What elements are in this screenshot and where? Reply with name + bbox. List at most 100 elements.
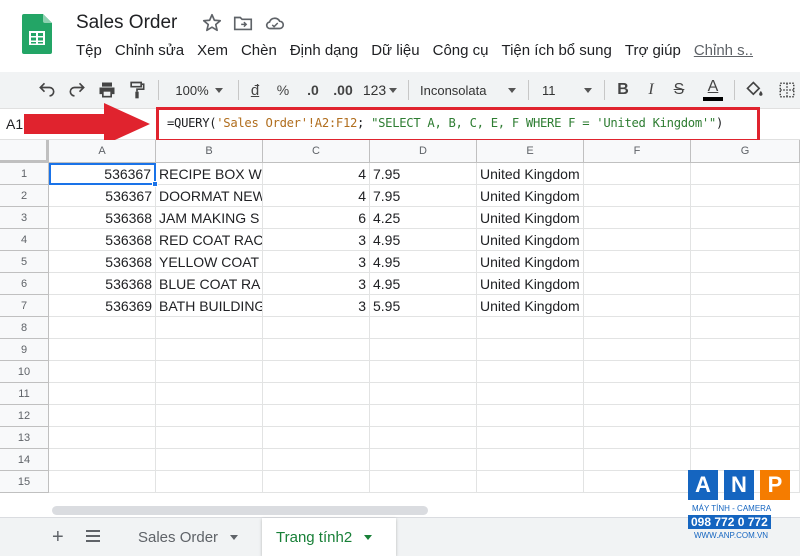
row-header[interactable]: 15: [0, 471, 49, 493]
grid-cell[interactable]: [49, 383, 156, 405]
row-header[interactable]: 11: [0, 383, 49, 405]
column-header[interactable]: C: [263, 140, 370, 163]
grid-cell[interactable]: 4: [263, 185, 370, 207]
name-box[interactable]: A1: [6, 116, 23, 132]
column-header[interactable]: D: [370, 140, 477, 163]
row-header[interactable]: 7: [0, 295, 49, 317]
grid-cell[interactable]: DOORMAT NEW: [156, 185, 263, 207]
grid-cell[interactable]: [370, 317, 477, 339]
menu-data[interactable]: Dữ liệu: [371, 42, 419, 59]
grid-cell[interactable]: [49, 405, 156, 427]
sheet-tab-trang-tinh2[interactable]: Trang tính2: [262, 518, 396, 556]
row-header[interactable]: 6: [0, 273, 49, 295]
grid-cell[interactable]: [691, 361, 800, 383]
all-sheets-menu-icon[interactable]: [86, 530, 100, 542]
menu-file[interactable]: Tệp: [76, 42, 102, 59]
grid-cell[interactable]: United Kingdom: [477, 273, 584, 295]
add-sheet-button[interactable]: +: [52, 527, 64, 547]
grid-cell[interactable]: 5.95: [370, 295, 477, 317]
grid-cell[interactable]: [49, 361, 156, 383]
grid-cell[interactable]: [263, 339, 370, 361]
borders-button[interactable]: [776, 72, 798, 108]
grid-cell[interactable]: 536368: [49, 229, 156, 251]
menu-insert[interactable]: Chèn: [241, 42, 277, 59]
grid-cell[interactable]: [584, 163, 691, 185]
menu-tools[interactable]: Công cụ: [433, 42, 489, 59]
fill-handle[interactable]: [152, 181, 158, 187]
row-header[interactable]: 4: [0, 229, 49, 251]
more-formats-select[interactable]: 123: [360, 72, 400, 108]
sheet-tab-sales-order[interactable]: Sales Order: [124, 518, 252, 556]
grid-cell[interactable]: [156, 317, 263, 339]
format-percent-button[interactable]: %: [272, 72, 294, 108]
grid-cell[interactable]: [370, 361, 477, 383]
grid-cell[interactable]: [49, 471, 156, 493]
font-family-select[interactable]: Inconsolata: [414, 72, 522, 108]
spreadsheet-grid[interactable]: A B C D E F G 1 536367 RECIPE BOX W 4 7.95 United Ki…: [0, 140, 800, 505]
strikethrough-button[interactable]: S: [668, 72, 690, 108]
grid-cell[interactable]: [477, 361, 584, 383]
grid-cell[interactable]: [691, 295, 800, 317]
grid-cell[interactable]: [156, 383, 263, 405]
grid-cell[interactable]: United Kingdom: [477, 163, 584, 185]
grid-cell[interactable]: [584, 317, 691, 339]
grid-cell[interactable]: United Kingdom: [477, 207, 584, 229]
grid-cell[interactable]: [691, 207, 800, 229]
grid-cell[interactable]: [263, 427, 370, 449]
grid-cell[interactable]: 4.95: [370, 251, 477, 273]
grid-cell[interactable]: United Kingdom: [477, 251, 584, 273]
menu-help[interactable]: Trợ giúp: [625, 42, 681, 59]
grid-cell[interactable]: [691, 317, 800, 339]
grid-cell[interactable]: [263, 405, 370, 427]
grid-cell[interactable]: [370, 405, 477, 427]
zoom-select[interactable]: 100%: [166, 72, 232, 108]
grid-cell[interactable]: United Kingdom: [477, 229, 584, 251]
grid-cell[interactable]: [477, 383, 584, 405]
column-header[interactable]: A: [49, 140, 156, 163]
grid-cell[interactable]: [584, 295, 691, 317]
grid-cell[interactable]: [156, 471, 263, 493]
grid-cell[interactable]: [477, 471, 584, 493]
column-header[interactable]: B: [156, 140, 263, 163]
document-title[interactable]: Sales Order: [76, 12, 177, 34]
grid-cell[interactable]: [156, 361, 263, 383]
grid-cell[interactable]: [263, 471, 370, 493]
grid-cell[interactable]: [584, 273, 691, 295]
row-header[interactable]: 10: [0, 361, 49, 383]
grid-cell[interactable]: [477, 339, 584, 361]
grid-cell[interactable]: [584, 207, 691, 229]
grid-cell[interactable]: 536367: [49, 185, 156, 207]
row-header[interactable]: 12: [0, 405, 49, 427]
fill-color-button[interactable]: [742, 72, 768, 108]
grid-cell[interactable]: 3: [263, 229, 370, 251]
format-currency-button[interactable]: đ: [244, 72, 266, 108]
row-header[interactable]: 8: [0, 317, 49, 339]
grid-cell[interactable]: [691, 383, 800, 405]
grid-cell[interactable]: [263, 383, 370, 405]
grid-cell[interactable]: 4.25: [370, 207, 477, 229]
grid-cell[interactable]: [584, 229, 691, 251]
grid-cell[interactable]: YELLOW COAT: [156, 251, 263, 273]
column-header[interactable]: G: [691, 140, 800, 163]
grid-cell[interactable]: 7.95: [370, 185, 477, 207]
cloud-saved-icon[interactable]: [264, 12, 286, 34]
menu-format[interactable]: Định dạng: [290, 42, 358, 59]
grid-cell[interactable]: 4: [263, 163, 370, 185]
grid-cell[interactable]: [584, 405, 691, 427]
grid-cell[interactable]: [584, 185, 691, 207]
grid-cell[interactable]: [156, 427, 263, 449]
grid-cell[interactable]: [691, 163, 800, 185]
grid-cell[interactable]: [263, 317, 370, 339]
grid-cell[interactable]: [691, 449, 800, 471]
row-header[interactable]: 3: [0, 207, 49, 229]
grid-cell[interactable]: BATH BUILDING: [156, 295, 263, 317]
grid-cell[interactable]: [691, 339, 800, 361]
row-header[interactable]: 2: [0, 185, 49, 207]
row-header[interactable]: 1: [0, 163, 49, 185]
grid-cell[interactable]: [477, 449, 584, 471]
move-folder-icon[interactable]: [232, 12, 254, 34]
grid-cell[interactable]: United Kingdom: [477, 295, 584, 317]
grid-cell[interactable]: 3: [263, 295, 370, 317]
grid-cell[interactable]: [370, 427, 477, 449]
grid-cell[interactable]: [691, 251, 800, 273]
